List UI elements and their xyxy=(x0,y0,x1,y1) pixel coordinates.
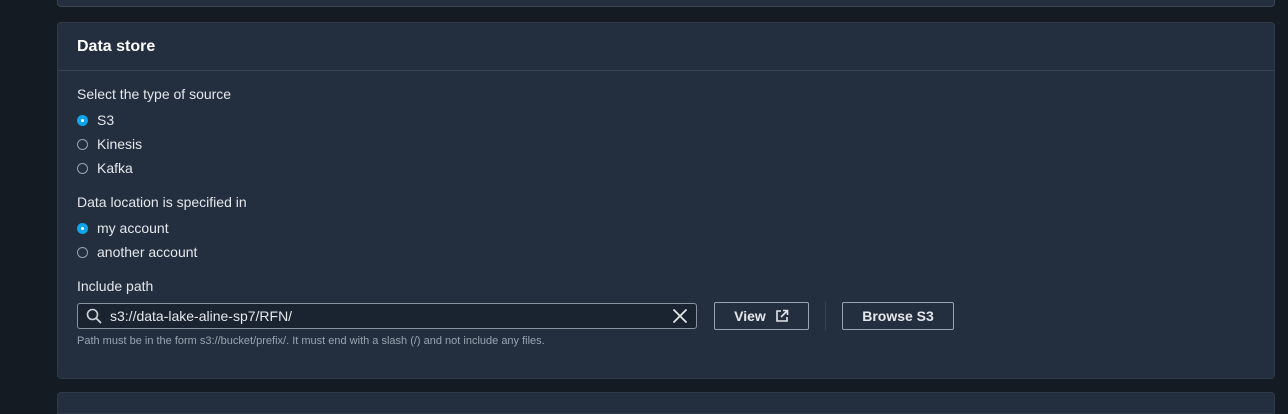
clear-icon[interactable] xyxy=(672,308,688,324)
radio-checked-icon[interactable] xyxy=(77,222,88,234)
data-store-panel: Data store Select the type of source S3 … xyxy=(57,22,1275,379)
view-button-label: View xyxy=(734,308,766,324)
radio-unchecked-icon[interactable] xyxy=(77,138,88,150)
radio-unchecked-icon[interactable] xyxy=(77,162,88,174)
radio-option-my-account[interactable]: my account xyxy=(77,216,1255,240)
panel-title: Data store xyxy=(77,37,156,55)
include-path-value[interactable]: s3://data-lake-aline-sp7/RFN/ xyxy=(110,308,672,324)
radio-option-label: S3 xyxy=(97,112,115,128)
radio-option-label: Kinesis xyxy=(97,136,143,152)
browse-s3-label: Browse S3 xyxy=(862,308,934,324)
external-link-icon xyxy=(776,309,789,322)
data-location-label: Data location is specified in xyxy=(77,194,247,210)
radio-option-label: another account xyxy=(97,244,198,260)
radio-option-kinesis[interactable]: Kinesis xyxy=(77,132,1255,156)
include-path-group: Include path s3://data-lake-aline-sp7/RF… xyxy=(77,278,1255,347)
data-location-group: Data location is specified in my account… xyxy=(77,194,1255,264)
search-icon xyxy=(86,308,102,324)
radio-option-label: Kafka xyxy=(97,160,133,176)
button-divider xyxy=(825,302,826,330)
radio-option-s3[interactable]: S3 xyxy=(77,108,1255,132)
next-panel-edge xyxy=(57,392,1275,414)
radio-unchecked-icon[interactable] xyxy=(77,246,88,258)
include-path-hint: Path must be in the form s3://bucket/pre… xyxy=(77,335,545,347)
radio-option-another-account[interactable]: another account xyxy=(77,240,1255,264)
source-type-group: Select the type of source S3 Kinesis Kaf… xyxy=(77,86,1255,180)
panel-body: Select the type of source S3 Kinesis Kaf… xyxy=(58,71,1274,347)
radio-option-kafka[interactable]: Kafka xyxy=(77,156,1255,180)
include-path-row: s3://data-lake-aline-sp7/RFN/ View Brows… xyxy=(77,302,1255,330)
radio-option-label: my account xyxy=(97,220,169,236)
include-path-input[interactable]: s3://data-lake-aline-sp7/RFN/ xyxy=(77,303,697,329)
view-button[interactable]: View xyxy=(714,302,809,330)
panel-header: Data store xyxy=(58,23,1274,71)
include-path-label: Include path xyxy=(77,278,154,294)
previous-panel-edge xyxy=(57,0,1275,7)
radio-checked-icon[interactable] xyxy=(77,114,88,126)
browse-s3-button[interactable]: Browse S3 xyxy=(842,302,954,330)
source-type-label: Select the type of source xyxy=(77,86,232,102)
